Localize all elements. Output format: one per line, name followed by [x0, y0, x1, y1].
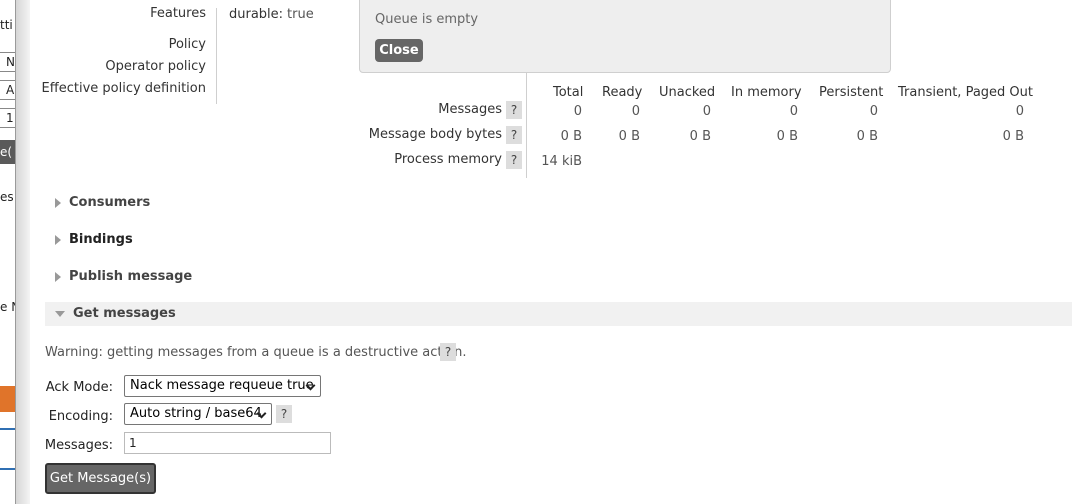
stats-header-total: Total — [553, 85, 584, 100]
effective-policy-label: Effective policy definition — [41, 81, 206, 96]
help-icon[interactable]: ? — [506, 126, 522, 144]
get-messages-button[interactable]: Get Message(s) — [45, 463, 156, 494]
bg-divider — [0, 468, 15, 470]
close-button[interactable]: Close — [375, 39, 423, 62]
messages-persistent: 0 — [869, 104, 878, 119]
ack-mode-label: Ack Mode: — [45, 380, 113, 395]
encoding-label: Encoding: — [48, 409, 113, 424]
operator-policy-label: Operator policy — [105, 59, 206, 74]
bytes-unacked: 0 B — [689, 129, 711, 144]
ack-mode-select[interactable]: Nack message requeue true — [124, 375, 321, 397]
durable-feature: durable: true — [229, 7, 314, 22]
stats-label-messages: Messages — [438, 102, 502, 117]
bg-fragment: N — [0, 52, 15, 72]
section-bindings[interactable]: Bindings — [45, 228, 133, 252]
chevron-right-icon — [55, 271, 61, 282]
popup-message: Queue is empty — [375, 12, 479, 27]
chevron-down-icon — [55, 310, 65, 317]
help-icon[interactable]: ? — [276, 405, 292, 423]
bg-app-icon — [0, 386, 15, 412]
encoding-value: Auto string / base64 — [130, 406, 262, 421]
stats-header-unacked: Unacked — [659, 85, 716, 100]
help-icon[interactable]: ? — [506, 151, 522, 169]
bg-fragment: tti — [0, 18, 13, 32]
chevron-right-icon — [55, 197, 61, 208]
messages-count-label: Messages: — [44, 438, 113, 453]
bg-fragment: e( — [0, 140, 15, 164]
section-consumers[interactable]: Consumers — [45, 191, 150, 215]
messages-unacked: 0 — [702, 104, 711, 119]
bytes-transient: 0 B — [1002, 129, 1024, 144]
bytes-in-memory: 0 B — [776, 129, 798, 144]
bytes-ready: 0 B — [618, 129, 640, 144]
stats-header-persistent: Persistent — [819, 85, 884, 100]
messages-in-memory: 0 — [789, 104, 798, 119]
section-bindings-label: Bindings — [69, 232, 133, 247]
bg-divider — [0, 428, 15, 430]
bg-fragment: A — [0, 80, 15, 100]
messages-count-input[interactable]: 1 — [124, 432, 331, 454]
section-publish-label: Publish message — [69, 269, 193, 284]
queue-empty-popup: Queue is empty Close — [359, 0, 891, 73]
messages-transient: 0 — [1015, 104, 1024, 119]
section-get-messages[interactable]: Get messages — [45, 302, 1072, 326]
stats-divider — [526, 60, 527, 178]
stats-label-body-bytes: Message body bytes — [368, 127, 502, 142]
bg-fragment: es — [0, 190, 14, 204]
details-divider — [216, 8, 217, 104]
stats-header-in-memory: In memory — [731, 85, 802, 100]
help-icon[interactable]: ? — [440, 343, 456, 361]
encoding-select[interactable]: Auto string / base64 — [124, 403, 272, 425]
section-get-label: Get messages — [73, 306, 176, 321]
process-memory-value: 14 kiB — [541, 154, 582, 169]
durable-value: true — [287, 7, 314, 22]
destructive-warning: Warning: getting messages from a queue i… — [45, 345, 467, 360]
stats-header-transient: Transient, Paged Out — [898, 85, 1033, 100]
window-shadow — [16, 0, 30, 504]
bytes-persistent: 0 B — [856, 129, 878, 144]
messages-total: 0 — [573, 104, 582, 119]
bg-fragment: 1 — [0, 108, 15, 128]
durable-key: durable: — [229, 7, 284, 22]
section-consumers-label: Consumers — [69, 195, 151, 210]
policy-label: Policy — [168, 37, 206, 52]
messages-ready: 0 — [631, 104, 640, 119]
help-icon[interactable]: ? — [506, 101, 522, 119]
stats-label-process-memory: Process memory — [394, 152, 502, 167]
features-label: Features — [150, 6, 206, 21]
background-window: tti N A 1 e( es e N — [0, 0, 16, 504]
bg-fragment: e N — [0, 300, 15, 314]
stats-header-ready: Ready — [602, 85, 643, 100]
section-publish-message[interactable]: Publish message — [45, 265, 192, 289]
ack-mode-value: Nack message requeue true — [130, 378, 314, 393]
chevron-right-icon — [55, 234, 61, 245]
bytes-total: 0 B — [560, 129, 582, 144]
